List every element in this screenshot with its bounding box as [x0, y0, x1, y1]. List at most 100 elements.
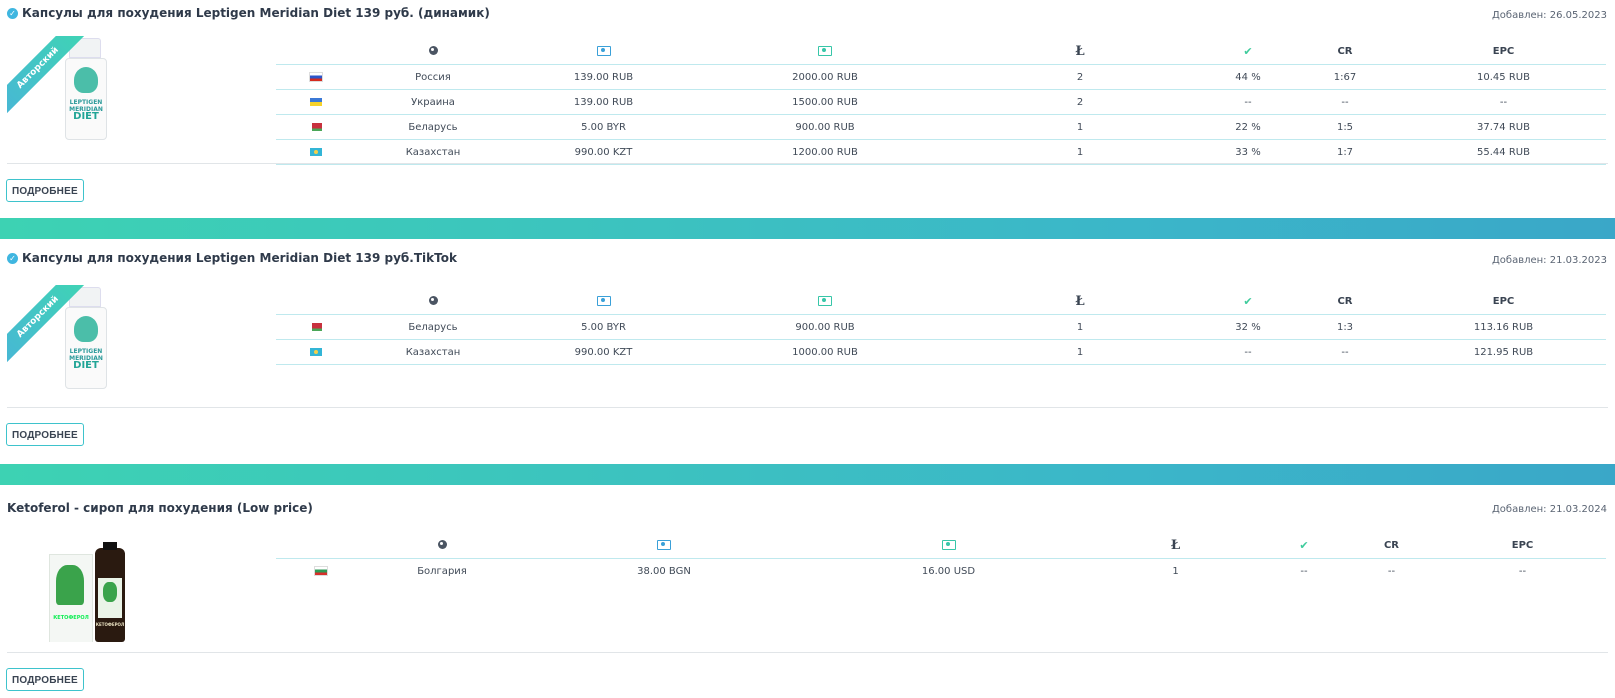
cell-price: 5.00 BYR: [510, 114, 697, 140]
hold-icon: Ł: [1170, 538, 1181, 553]
cell-epc: 37.74 RUB: [1401, 114, 1606, 140]
cell-payout: 900.00 RUB: [697, 314, 953, 340]
product-image[interactable]: Авторский LEPTIGEN MERIDIAN DIET: [7, 36, 117, 146]
verified-icon: ✓: [7, 7, 18, 19]
offer-title[interactable]: Ketoferol - сироп для похудения (Low pri…: [7, 501, 313, 515]
offer-table: Ł ✔ CR EPC Болгария 38.00 BGN 16.00 USD …: [276, 533, 1606, 583]
cell-hold: 1: [953, 114, 1207, 140]
product-label: КЕТОФЕРОЛ: [95, 622, 125, 627]
cell-country: Россия: [356, 64, 510, 90]
cell-approve: --: [1207, 89, 1289, 115]
col-cr: CR: [1289, 289, 1401, 315]
money-icon: [818, 46, 832, 56]
cell-cr: --: [1289, 89, 1401, 115]
product-image[interactable]: КЕТОФЕРОЛ КЕТОФЕРОЛ: [7, 530, 147, 642]
cell-epc: 10.45 RUB: [1401, 64, 1606, 90]
table-header: Ł ✔ CR EPC: [276, 39, 1606, 65]
offer-title-text: Капсулы для похудения Leptigen Meridian …: [22, 6, 490, 20]
cell-approve: --: [1207, 339, 1289, 365]
product-image[interactable]: Авторский LEPTIGEN MERIDIAN DIET: [7, 285, 117, 395]
col-approve: ✔: [1207, 39, 1289, 65]
cell-country: Казахстан: [356, 339, 510, 365]
ketoferol-image: КЕТОФЕРОЛ КЕТОФЕРОЛ: [49, 540, 139, 642]
col-payout: [810, 533, 1087, 559]
cell-hold: 1: [1172, 565, 1179, 577]
globe-icon: [437, 539, 447, 549]
offer-title-text: Ketoferol - сироп для похудения (Low pri…: [7, 501, 313, 515]
cell-price: 5.00 BYR: [510, 314, 697, 340]
divider: [7, 407, 1608, 408]
offer-title[interactable]: ✓ Капсулы для похудения Leptigen Meridia…: [7, 251, 457, 265]
offer-title-text: Капсулы для похудения Leptigen Meridian …: [22, 251, 457, 265]
money-icon: [941, 540, 956, 550]
table-row: Казахстан 990.00 KZT 1000.00 RUB 1 -- --…: [276, 339, 1606, 365]
globe-icon: [428, 45, 438, 55]
cell-approve: 33 %: [1207, 139, 1289, 165]
cell-payout: 1500.00 RUB: [697, 89, 953, 115]
cell-payout: 900.00 RUB: [697, 114, 953, 140]
table-row: Казахстан 990.00 KZT 1200.00 RUB 1 33 % …: [276, 139, 1606, 165]
cell-approve: 44 %: [1207, 64, 1289, 90]
check-icon: ✔: [1299, 539, 1309, 552]
divider: [7, 163, 1608, 164]
cell-approve: 32 %: [1207, 314, 1289, 340]
divider: [7, 652, 1608, 653]
col-approve: ✔: [1264, 533, 1344, 559]
table-row: Беларусь 5.00 BYR 900.00 RUB 1 22 % 1:5 …: [276, 114, 1606, 140]
col-hold: Ł: [953, 289, 1207, 315]
money-icon: [818, 296, 832, 306]
offer-title[interactable]: ✓ Капсулы для похудения Leptigen Meridia…: [7, 6, 490, 20]
offer-card: ✓ Капсулы для похудения Leptigen Meridia…: [0, 0, 1615, 212]
offer-table: Ł ✔ CR EPC Беларусь 5.00 BYR 900.00 RUB …: [276, 289, 1606, 365]
cell-price: 990.00 KZT: [510, 139, 697, 165]
bottle-image: LEPTIGEN MERIDIAN DIET: [65, 287, 107, 389]
flag-ukraine-icon: [310, 97, 322, 106]
hold-icon: Ł: [1075, 44, 1085, 59]
cell-country: Болгария: [417, 565, 467, 577]
cell-price: 38.00 BGN: [637, 565, 691, 577]
offer-card: ✓ Капсулы для похудения Leptigen Meridia…: [0, 245, 1615, 460]
cell-country: Казахстан: [356, 139, 510, 165]
cell-hold: 2: [953, 64, 1207, 90]
cell-cr: --: [1289, 339, 1401, 365]
more-button[interactable]: ПОДРОБНЕЕ: [6, 423, 84, 446]
cell-country: Беларусь: [356, 114, 510, 140]
col-country: [366, 533, 518, 559]
offer-date: Добавлен: 26.05.2023: [1491, 10, 1607, 21]
offer-date: Добавлен: 21.03.2024: [1491, 504, 1607, 515]
offer-card: Ketoferol - сироп для похудения (Low pri…: [0, 490, 1615, 698]
col-payout: [697, 289, 953, 315]
cell-hold: 1: [953, 339, 1207, 365]
cell-price: 990.00 KZT: [510, 339, 697, 365]
cell-payout: 16.00 USD: [921, 565, 976, 577]
flag-bulgaria-icon: [314, 565, 328, 576]
offer-table: Ł ✔ CR EPC Россия 139.00 RUB 2000.00 RUB…: [276, 39, 1606, 165]
table-row: Украина 139.00 RUB 1500.00 RUB 2 -- -- -…: [276, 89, 1606, 115]
col-country: [356, 39, 510, 65]
cell-price: 139.00 RUB: [510, 64, 697, 90]
cell-epc: 113.16 RUB: [1401, 314, 1606, 340]
flag-kazakhstan-icon: [310, 347, 322, 356]
more-button[interactable]: ПОДРОБНЕЕ: [6, 179, 84, 202]
product-label: LEPTIGEN: [69, 99, 103, 106]
product-label: LEPTIGEN: [69, 348, 103, 355]
col-approve: ✔: [1207, 289, 1289, 315]
cell-payout: 2000.00 RUB: [697, 64, 953, 90]
check-icon: ✔: [1243, 45, 1253, 58]
table-row: Россия 139.00 RUB 2000.00 RUB 2 44 % 1:6…: [276, 64, 1606, 90]
cell-approve: 22 %: [1207, 114, 1289, 140]
col-hold: Ł: [953, 39, 1207, 65]
col-hold: Ł: [1087, 533, 1264, 559]
col-price: [510, 289, 697, 315]
more-button[interactable]: ПОДРОБНЕЕ: [6, 668, 84, 691]
flag-belarus-icon: [310, 122, 322, 131]
table-row: Болгария 38.00 BGN 16.00 USD 1 -- -- --: [276, 559, 1606, 584]
check-icon: ✔: [1243, 295, 1253, 308]
cell-epc: 121.95 RUB: [1401, 339, 1606, 365]
money-icon: [596, 296, 611, 306]
cell-price: 139.00 RUB: [510, 89, 697, 115]
cell-cr: 1:5: [1289, 114, 1401, 140]
hold-icon: Ł: [1075, 294, 1085, 309]
product-label: DIET: [73, 360, 99, 371]
col-cr: CR: [1289, 39, 1401, 65]
